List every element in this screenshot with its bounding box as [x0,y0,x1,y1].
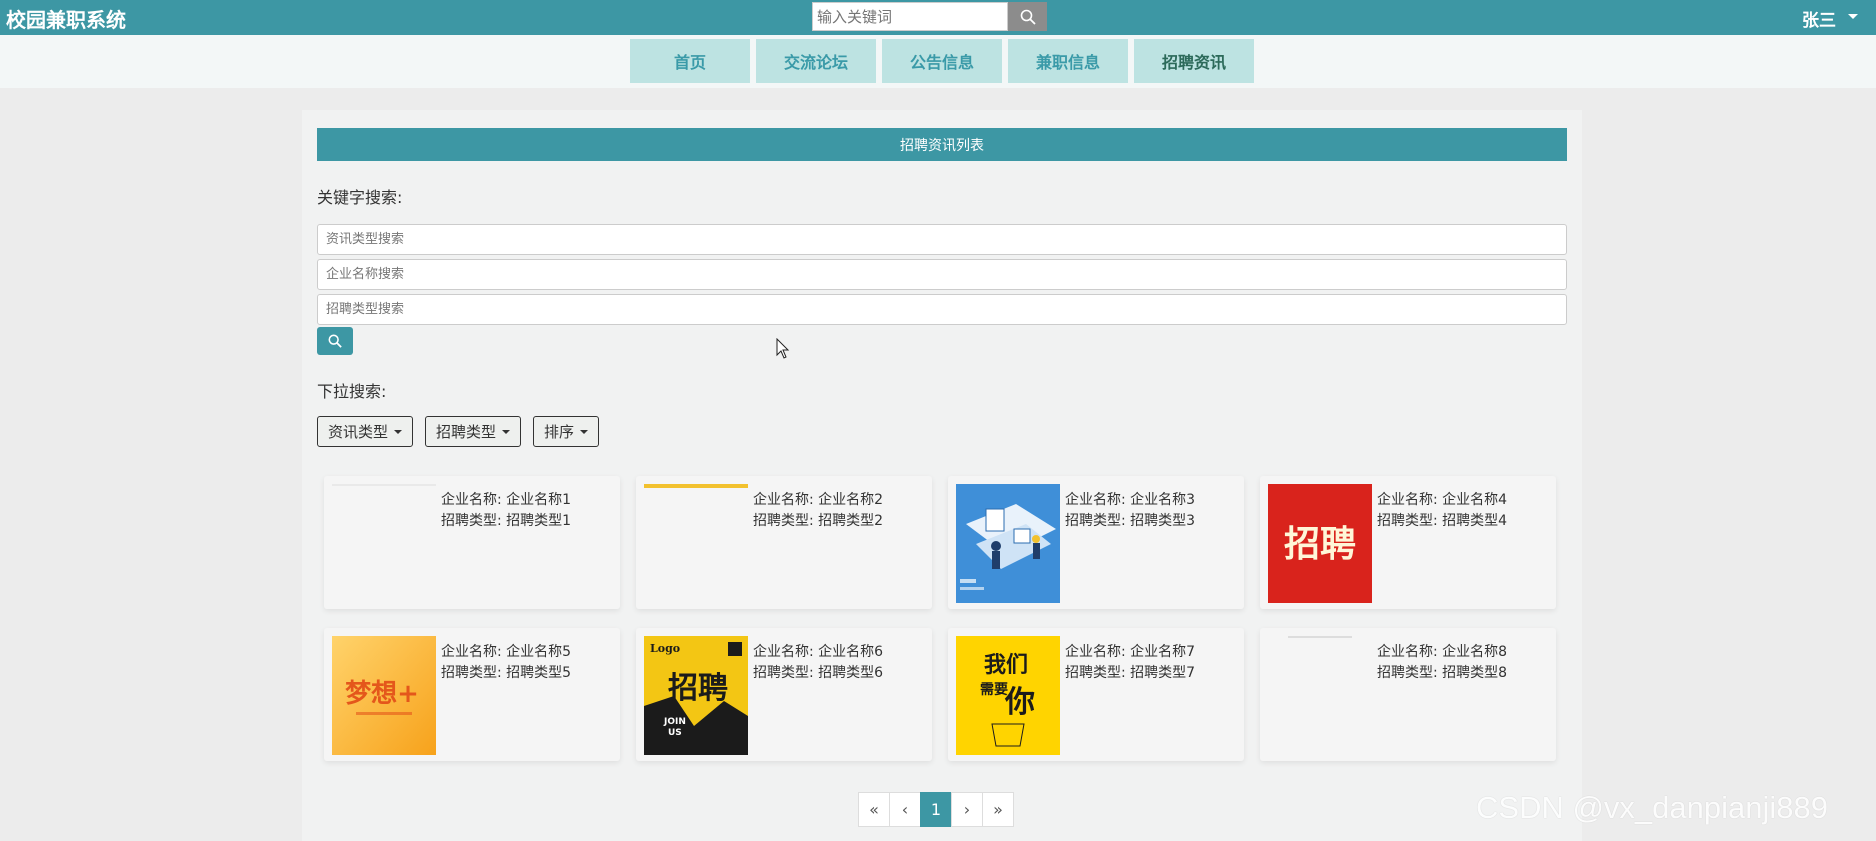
card-image [332,484,436,603]
nav-item-jobs[interactable]: 兼职信息 [1008,39,1128,83]
company-name: 企业名称6 [818,644,884,660]
recruit-type: 招聘类型5 [506,665,572,681]
sort-dropdown[interactable]: 排序 [533,416,600,447]
recruit-card-4[interactable]: 招聘 企业名称: 企业名称4 招聘类型: 招聘类型4 [1260,476,1556,609]
recruit-type-label: 招聘类型: [1377,665,1438,681]
recruit-type-label: 招聘类型: [1377,513,1438,529]
poster-text: 梦想+ [345,679,419,709]
user-menu[interactable]: 张三 [1802,6,1858,31]
recruit-type-label: 招聘类型: [441,665,502,681]
poster-text: 招聘 [668,671,728,706]
company-name: 企业名称2 [818,492,884,508]
card-image: 招聘 [1268,484,1372,603]
nav-item-forum[interactable]: 交流论坛 [756,39,876,83]
recruit-type: 招聘类型1 [506,513,572,529]
search-button[interactable] [317,327,353,355]
recruit-type-dropdown[interactable]: 招聘类型 [425,416,522,447]
search-icon [328,334,342,348]
dropdown-label: 招聘类型 [436,423,497,441]
main-panel: 招聘资讯列表 关键字搜索: 下拉搜索: 资讯类型 招聘类型 排序 企业名称: 企… [302,110,1582,841]
caret-down-icon [1848,14,1858,19]
company-name: 企业名称3 [1130,492,1196,508]
nav-item-home[interactable]: 首页 [630,39,750,83]
company-label: 企业名称: [441,492,502,508]
recruit-card-5[interactable]: 梦想+ 企业名称: 企业名称5 招聘类型: 招聘类型5 [324,628,620,761]
recruit-type-label: 招聘类型: [441,513,502,529]
caret-down-icon [502,429,511,434]
top-search-button[interactable] [1008,2,1047,31]
watermark: CSDN @vx_danpianji889 [1476,790,1828,825]
recruit-card-7[interactable]: 我们 需要 你 企业名称: 企业名称7 招聘类型: 招聘类型7 [948,628,1244,761]
poster-text-c: 你 [1004,685,1035,720]
recruit-type: 招聘类型4 [1442,513,1508,529]
card-image: 我们 需要 你 [956,636,1060,755]
company-label: 企业名称: [753,644,814,660]
page-prev-button[interactable]: ‹ [889,792,921,827]
caret-down-icon [580,429,589,434]
card-image [644,484,748,603]
poster-us-text: US [668,728,682,738]
card-image [956,484,1060,603]
keyword-search-label: 关键字搜索: [317,188,403,207]
recruit-type-label: 招聘类型: [1065,665,1126,681]
recruit-card-8[interactable]: 企业名称: 企业名称8 招聘类型: 招聘类型8 [1260,628,1556,761]
page-next-button[interactable]: › [951,792,983,827]
company-name: 企业名称7 [1130,644,1196,660]
mouse-cursor-icon [776,338,790,359]
recruit-type: 招聘类型2 [818,513,884,529]
company-label: 企业名称: [1377,492,1438,508]
dropdown-label: 排序 [544,423,575,441]
page-last-button[interactable]: » [982,792,1014,827]
poster-join-text: JOIN [663,717,686,727]
page-current-button[interactable]: 1 [920,792,952,827]
dropdown-label: 资讯类型 [328,423,389,441]
panel-title: 招聘资讯列表 [317,128,1567,161]
company-label: 企业名称: [441,644,502,660]
pagination: « ‹ 1 › » [858,792,1014,827]
card-image [1268,636,1372,755]
recruit-type: 招聘类型3 [1130,513,1196,529]
user-name: 张三 [1802,11,1836,31]
company-name: 企业名称8 [1442,644,1508,660]
nav-item-recruit-news[interactable]: 招聘资讯 [1134,39,1254,83]
company-name-search-input[interactable] [317,259,1567,290]
nav-item-notice[interactable]: 公告信息 [882,39,1002,83]
recruit-type: 招聘类型8 [1442,665,1508,681]
company-name: 企业名称1 [506,492,572,508]
card-image: Logo 招聘 JOIN US [644,636,748,755]
top-bar: 校园兼职系统 张三 [0,0,1876,35]
nav-bar: 首页 交流论坛 公告信息 兼职信息 招聘资讯 [0,35,1876,88]
recruit-card-1[interactable]: 企业名称: 企业名称1 招聘类型: 招聘类型1 [324,476,620,609]
recruit-card-3[interactable]: 企业名称: 企业名称3 招聘类型: 招聘类型3 [948,476,1244,609]
recruit-type: 招聘类型7 [1130,665,1196,681]
recruit-type-search-input[interactable] [317,294,1567,325]
recruit-card-2[interactable]: 企业名称: 企业名称2 招聘类型: 招聘类型2 [636,476,932,609]
top-search-input[interactable] [812,2,1008,31]
caret-down-icon [394,429,403,434]
dropdown-search-label: 下拉搜索: [317,382,387,401]
recruit-type: 招聘类型6 [818,665,884,681]
poster-text: 招聘 [1284,524,1356,565]
search-icon [1020,9,1036,25]
recruit-card-6[interactable]: Logo 招聘 JOIN US 企业名称: 企业名称6 招聘类型: 招聘类型6 [636,628,932,761]
company-label: 企业名称: [1065,492,1126,508]
recruit-type-label: 招聘类型: [753,665,814,681]
info-type-search-input[interactable] [317,224,1567,255]
recruit-type-label: 招聘类型: [753,513,814,529]
company-name: 企业名称4 [1442,492,1508,508]
recruit-type-label: 招聘类型: [1065,513,1126,529]
info-type-dropdown[interactable]: 资讯类型 [317,416,414,447]
page-first-button[interactable]: « [858,792,890,827]
top-search [812,2,1047,31]
company-label: 企业名称: [753,492,814,508]
card-image: 梦想+ [332,636,436,755]
poster-text-a: 我们 [984,653,1028,678]
company-label: 企业名称: [1377,644,1438,660]
app-title: 校园兼职系统 [6,8,126,32]
poster-text-b: 需要 [980,681,1008,698]
poster-logo-text: Logo [650,642,680,655]
company-name: 企业名称5 [506,644,572,660]
company-label: 企业名称: [1065,644,1126,660]
